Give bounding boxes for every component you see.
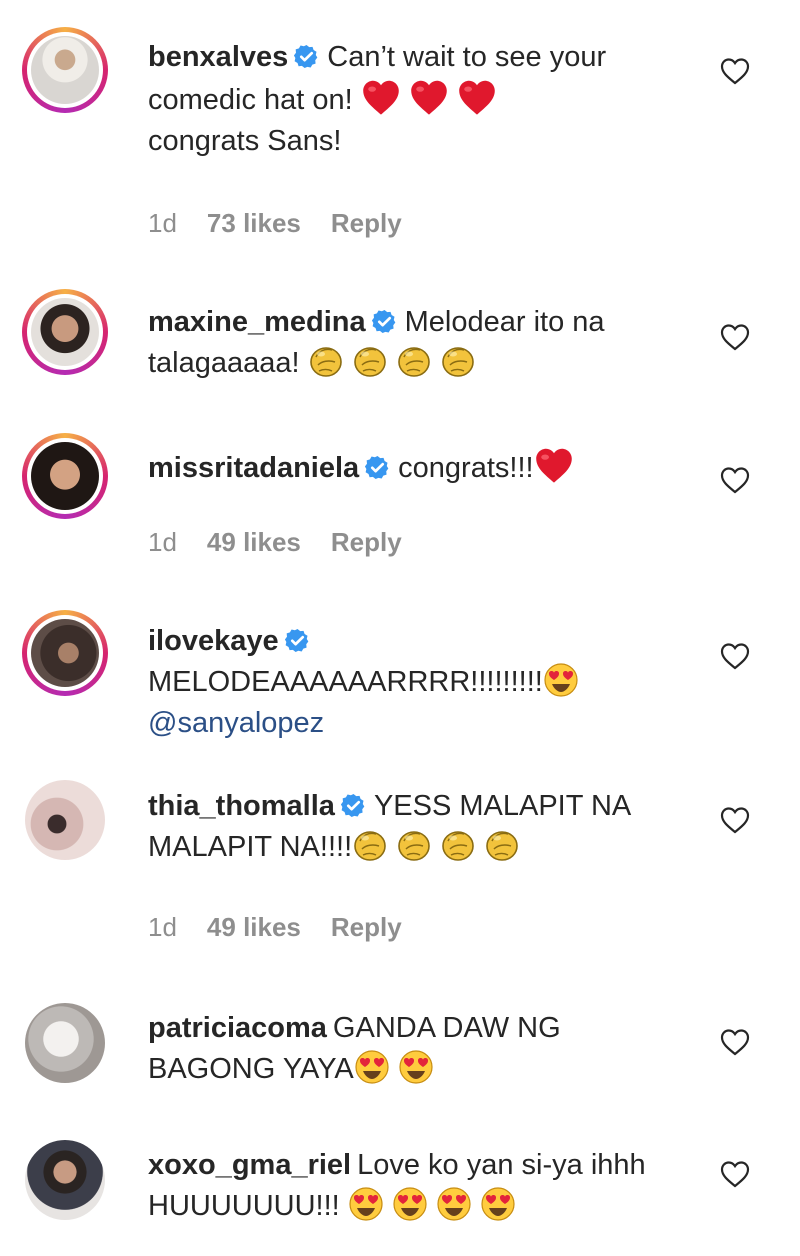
like-heart-icon[interactable] <box>720 1028 750 1056</box>
red-heart-icon <box>409 78 449 118</box>
likes-count[interactable]: 49 likes <box>207 912 301 942</box>
comment-text: maxine_medina Melodear ito na talagaaaaa! <box>148 302 693 384</box>
avatar[interactable] <box>25 780 105 860</box>
comment-text: thia_thomalla YESS MALAPIT NA MALAPIT NA!… <box>148 786 693 868</box>
avatar[interactable] <box>22 433 108 519</box>
clapping-hands-icon <box>440 343 476 379</box>
heart-eyes-icon <box>348 1186 384 1222</box>
avatar[interactable] <box>25 1003 105 1083</box>
comment-body: MELODEAAAAAARRRR!!!!!!!!! <box>148 666 543 698</box>
clapping-hands-icon <box>396 343 432 379</box>
avatar[interactable] <box>25 1140 105 1220</box>
like-heart-icon[interactable] <box>720 1160 750 1188</box>
comment-date: 1d <box>148 912 177 942</box>
username[interactable]: patriciacoma <box>148 1012 327 1044</box>
heart-eyes-icon <box>398 1049 434 1085</box>
username[interactable]: ilovekaye <box>148 625 279 657</box>
username[interactable]: missritadaniela <box>148 452 359 484</box>
username[interactable]: xoxo_gma_riel <box>148 1149 351 1181</box>
verified-badge-icon <box>294 44 319 69</box>
username[interactable]: benxalves <box>148 41 288 73</box>
comment-date: 1d <box>148 208 177 238</box>
like-heart-icon[interactable] <box>720 466 750 494</box>
comment-meta: 1d 73 likes Reply <box>148 208 432 239</box>
comment-body-line2: congrats Sans! <box>148 125 342 157</box>
red-heart-icon <box>534 446 574 486</box>
heart-eyes-icon <box>354 1049 390 1085</box>
reply-button[interactable]: Reply <box>331 527 402 557</box>
comment-date: 1d <box>148 527 177 557</box>
red-heart-icon <box>457 78 497 118</box>
heart-eyes-icon <box>543 662 579 698</box>
verified-badge-icon <box>365 455 390 480</box>
comment-text: benxalves Can’t wait to see your comedic … <box>148 37 693 162</box>
like-heart-icon[interactable] <box>720 642 750 670</box>
username[interactable]: maxine_medina <box>148 306 366 338</box>
username[interactable]: thia_thomalla <box>148 790 335 822</box>
likes-count[interactable]: 73 likes <box>207 208 301 238</box>
verified-badge-icon <box>285 628 310 653</box>
comment-meta: 1d 49 likes Reply <box>148 527 432 558</box>
clapping-hands-icon <box>396 827 432 863</box>
comment-text: xoxo_gma_riel Love ko yan si-ya ihhh HUUU… <box>148 1145 693 1227</box>
avatar[interactable] <box>22 27 108 113</box>
heart-eyes-icon <box>480 1186 516 1222</box>
clapping-hands-icon <box>352 827 388 863</box>
avatar[interactable] <box>22 289 108 375</box>
like-heart-icon[interactable] <box>720 806 750 834</box>
comment-meta: 1d 49 likes Reply <box>148 912 432 943</box>
comment-text: patriciacoma GANDA DAW NG BAGONG YAYA <box>148 1008 693 1090</box>
red-heart-icon <box>361 78 401 118</box>
comment-text: ilovekaye MELODEAAAAAARRRR!!!!!!!!! @san… <box>148 621 693 744</box>
like-heart-icon[interactable] <box>720 57 750 85</box>
clapping-hands-icon <box>484 827 520 863</box>
heart-eyes-icon <box>392 1186 428 1222</box>
reply-button[interactable]: Reply <box>331 208 402 238</box>
likes-count[interactable]: 49 likes <box>207 527 301 557</box>
comment-body: congrats!!! <box>398 452 534 484</box>
verified-badge-icon <box>372 309 397 334</box>
avatar[interactable] <box>22 610 108 696</box>
heart-eyes-icon <box>436 1186 472 1222</box>
comment-text: missritadaniela congrats!!! <box>148 446 693 489</box>
verified-badge-icon <box>341 793 366 818</box>
like-heart-icon[interactable] <box>720 323 750 351</box>
clapping-hands-icon <box>352 343 388 379</box>
clapping-hands-icon <box>440 827 476 863</box>
mention-link[interactable]: @sanyalopez <box>148 707 324 739</box>
reply-button[interactable]: Reply <box>331 912 402 942</box>
clapping-hands-icon <box>308 343 344 379</box>
